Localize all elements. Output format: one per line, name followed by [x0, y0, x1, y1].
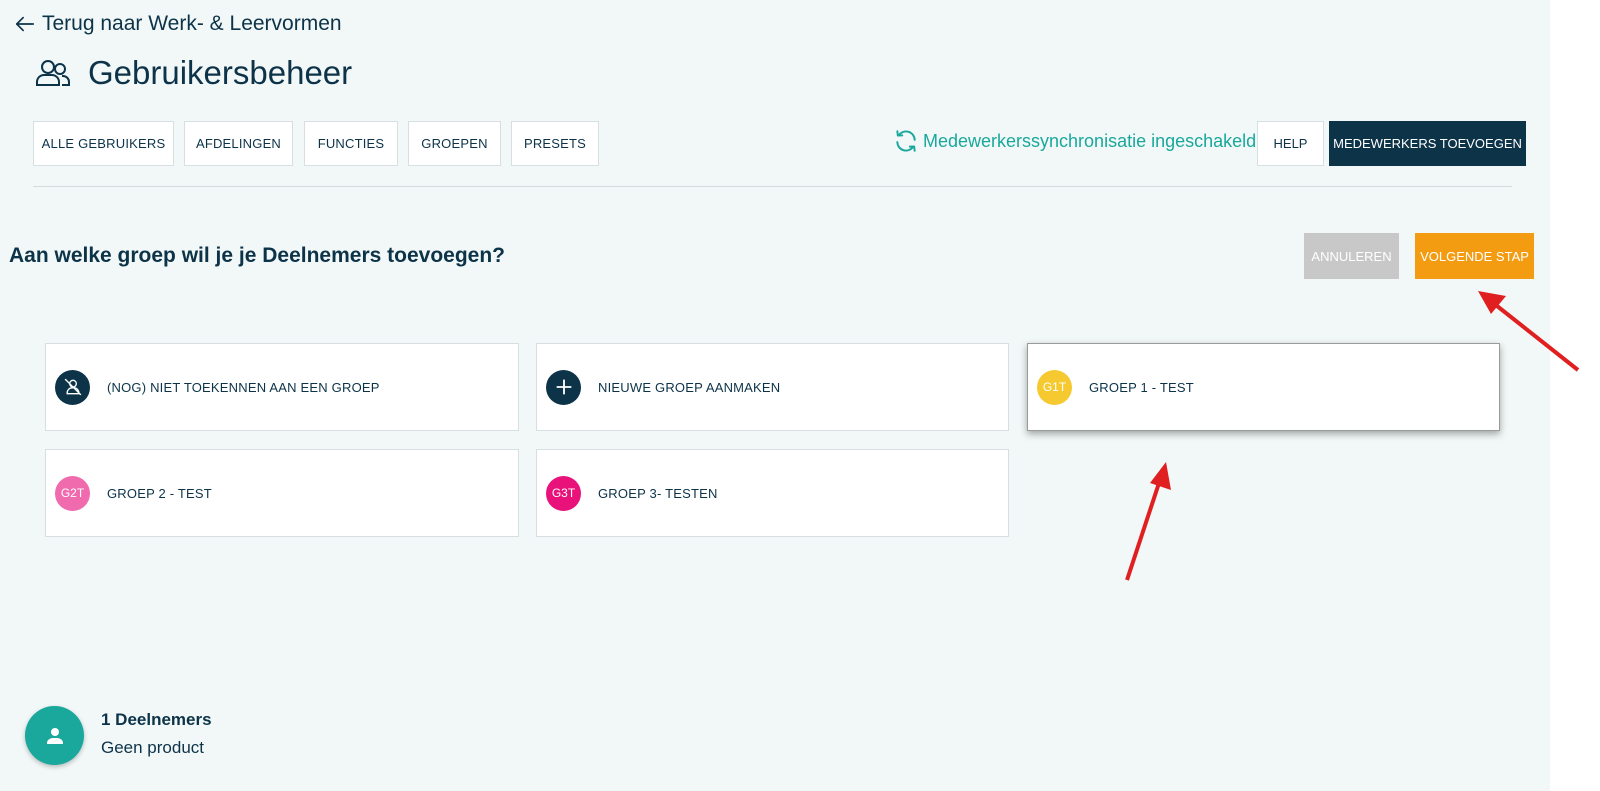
back-link[interactable]: Terug naar Werk- & Leervormen: [14, 12, 342, 36]
participants-product: Geen product: [101, 738, 205, 757]
group-card-label: NIEUWE GROEP AANMAKEN: [598, 379, 781, 395]
header-divider: [33, 186, 1512, 187]
tab-all-users[interactable]: ALLE GEBRUIKERS: [33, 121, 174, 166]
group-badge: G2T: [55, 475, 90, 511]
group-card-groep-2[interactable]: G2T GROEP 2 - TEST: [45, 449, 519, 537]
sync-icon: [896, 130, 916, 152]
group-card-label: GROEP 1 - TEST: [1089, 379, 1194, 395]
group-card-groep-1[interactable]: G1T GROEP 1 - TEST: [1027, 343, 1500, 431]
arrow-left-icon: [15, 16, 35, 32]
back-link-label: Terug naar Werk- & Leervormen: [42, 12, 342, 35]
step-question: Aan welke groep wil je je Deelnemers toe…: [9, 244, 506, 267]
participants-avatar: [25, 706, 84, 765]
page-header: Gebruikersbeheer: [34, 54, 352, 92]
page-background: Terug naar Werk- & Leervormen Gebruikers…: [0, 0, 1550, 791]
participants-count: 1 Deelnemers: [101, 710, 212, 729]
plus-icon: [546, 369, 581, 405]
group-card-label: GROEP 3- TESTEN: [598, 485, 718, 501]
help-button[interactable]: HELP: [1257, 121, 1324, 166]
group-card-no-group[interactable]: (NOG) NIET TOEKENNEN AAN EEN GROEP: [45, 343, 519, 431]
group-card-label: GROEP 2 - TEST: [107, 485, 212, 501]
sync-status[interactable]: Medewerkerssynchronisatie ingeschakeld: [893, 128, 1256, 154]
group-card-groep-3[interactable]: G3T GROEP 3- TESTEN: [536, 449, 1009, 537]
tab-presets[interactable]: PRESETS: [511, 121, 599, 166]
page-title: Gebruikersbeheer: [88, 54, 353, 91]
tab-groups[interactable]: GROEPEN: [408, 121, 501, 166]
add-employees-button[interactable]: MEDEWERKERS TOEVOEGEN: [1329, 121, 1526, 166]
next-step-button[interactable]: VOLGENDE STAP: [1415, 233, 1534, 279]
tab-departments[interactable]: AFDELINGEN: [184, 121, 293, 166]
group-card-new-group[interactable]: NIEUWE GROEP AANMAKEN: [536, 343, 1009, 431]
group-badge: G3T: [546, 475, 581, 511]
no-group-icon: [55, 369, 90, 405]
users-icon: [36, 60, 70, 86]
group-card-label: (NOG) NIET TOEKENNEN AAN EEN GROEP: [107, 379, 380, 395]
tab-functions[interactable]: FUNCTIES: [304, 121, 398, 166]
sync-status-label: Medewerkerssynchronisatie ingeschakeld: [923, 130, 1257, 151]
group-badge: G1T: [1037, 369, 1072, 405]
cancel-button[interactable]: ANNULEREN: [1304, 233, 1399, 279]
user-icon: [46, 727, 63, 744]
